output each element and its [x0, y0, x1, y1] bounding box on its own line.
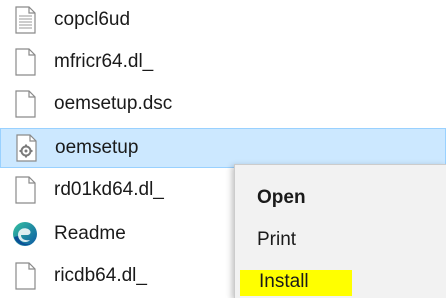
- file-name: rd01kd64.dl_: [54, 179, 164, 200]
- file-name: Readme: [54, 223, 126, 244]
- file-row-mfricr64[interactable]: mfricr64.dl_: [0, 42, 446, 82]
- menu-item-print[interactable]: Print: [235, 219, 446, 261]
- blank-file-icon: [15, 262, 36, 290]
- file-name: ricdb64.dl_: [54, 265, 147, 286]
- file-row-oemsetup[interactable]: oemsetup: [0, 128, 446, 168]
- setup-info-file-icon: [16, 134, 37, 162]
- blank-file-icon: [15, 48, 36, 76]
- context-menu: Open Print Install: [234, 164, 446, 298]
- file-explorer: copcl6ud mfricr64.dl_ oemsetup.dsc oemse…: [0, 0, 446, 298]
- file-name: oemsetup.dsc: [54, 93, 173, 114]
- file-row-oemsetup-dsc[interactable]: oemsetup.dsc: [0, 84, 446, 124]
- menu-item-open[interactable]: Open: [235, 177, 446, 219]
- file-name: copcl6ud: [54, 9, 131, 30]
- menu-item-install[interactable]: Install: [235, 261, 446, 298]
- file-row-copcl6ud[interactable]: copcl6ud: [0, 0, 446, 40]
- blank-file-icon: [15, 176, 36, 204]
- file-name: oemsetup: [55, 137, 139, 158]
- menu-item-label: Print: [257, 229, 297, 250]
- menu-item-label: Open: [257, 187, 306, 208]
- edge-browser-icon: [13, 222, 37, 246]
- blank-file-icon: [15, 90, 36, 118]
- menu-item-label: Install: [259, 271, 309, 292]
- text-file-icon: [15, 6, 36, 34]
- file-name: mfricr64.dl_: [54, 51, 154, 72]
